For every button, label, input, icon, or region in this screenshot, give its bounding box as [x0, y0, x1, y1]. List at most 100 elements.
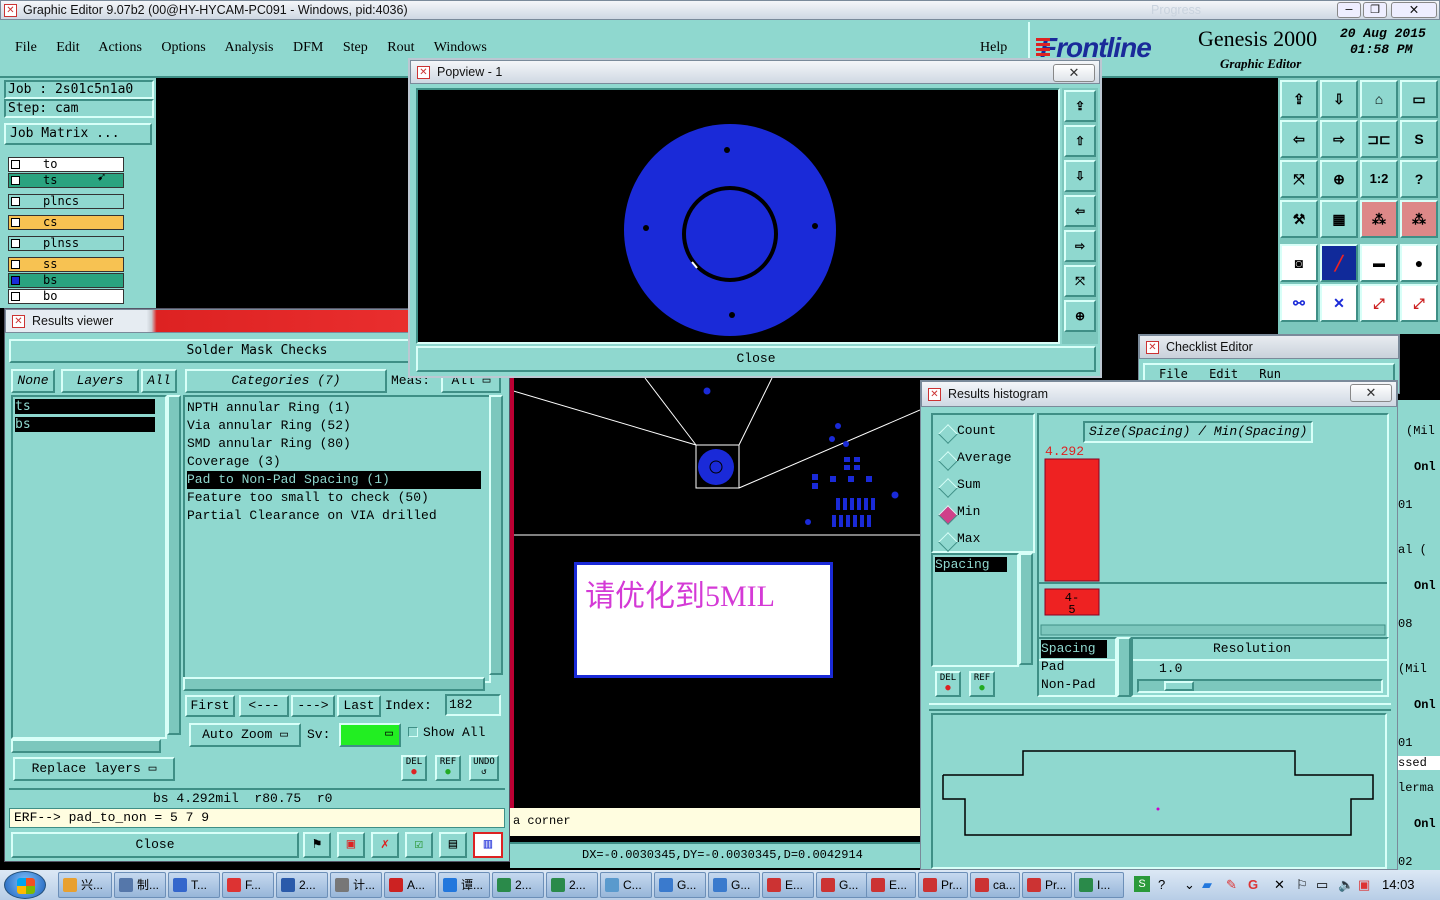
taskbar-item[interactable]: A...	[384, 872, 436, 898]
measure-icon[interactable]: ⚒	[1280, 200, 1318, 238]
taskbar-item[interactable]: G...	[708, 872, 760, 898]
checklist-menu-run[interactable]: Run	[1259, 367, 1281, 381]
menu-windows[interactable]: Windows	[434, 40, 487, 55]
category-item[interactable]: Feature too small to check (50)	[187, 489, 489, 507]
pad-icon[interactable]: ●	[1400, 244, 1438, 282]
histogram-list-scrollbar[interactable]	[1019, 553, 1033, 665]
taskbar-item[interactable]: G...	[816, 872, 868, 898]
layer-row-ss[interactable]: ss	[8, 257, 124, 272]
layer-checkbox[interactable]	[11, 218, 20, 227]
measure-line-icon[interactable]: ⤢	[1360, 284, 1398, 322]
taskbar-item[interactable]: I...	[1074, 872, 1124, 898]
taskbar-item[interactable]: 2...	[276, 872, 328, 898]
histogram-bar[interactable]	[1044, 458, 1100, 582]
undo-icon[interactable]: UNDO ↺	[469, 755, 499, 781]
mode-sum-radio[interactable]	[938, 478, 958, 498]
pan-left-icon[interactable]: ⇦	[1280, 120, 1318, 158]
taskbar-item[interactable]: Pr...	[1022, 872, 1072, 898]
category-item[interactable]: NPTH annular Ring (1)	[187, 399, 489, 417]
clock[interactable]: 14:03	[1382, 872, 1415, 898]
help-tray-icon[interactable]: ?	[1158, 872, 1165, 898]
popview-right-icon[interactable]: ⇨	[1064, 230, 1096, 262]
close-window-button[interactable]: ✕	[1391, 2, 1437, 18]
layer-row-plncs[interactable]: plncs	[8, 194, 124, 209]
taskbar-item[interactable]: C...	[600, 872, 652, 898]
report-icon[interactable]: ▤	[439, 832, 467, 858]
taskbar-item[interactable]: 计...	[330, 872, 382, 898]
tray-app-icon[interactable]: ✎	[1226, 872, 1237, 898]
menu-analysis[interactable]: Analysis	[225, 40, 274, 55]
checklist-menu-file[interactable]: File	[1159, 367, 1188, 381]
mode-min-radio[interactable]	[938, 505, 958, 525]
connect-icon[interactable]: ⚯	[1280, 284, 1318, 322]
measure-item[interactable]: Non-Pad	[1041, 676, 1115, 694]
show-all-checkbox[interactable]	[408, 727, 418, 737]
measure-list[interactable]: Spacing Pad Non-Pad	[1037, 637, 1117, 697]
popview-up-icon[interactable]: ⇧	[1064, 125, 1096, 157]
flag-red-icon[interactable]: ▣	[337, 832, 365, 858]
home-icon[interactable]: ⌂	[1360, 80, 1398, 118]
histogram-ref-icon[interactable]: REF ●	[969, 671, 995, 697]
del-icon[interactable]: DEL ●	[401, 755, 427, 781]
popview-close-button[interactable]: Close	[416, 346, 1096, 372]
taskbar-item[interactable]: T...	[168, 872, 220, 898]
taskbar-item[interactable]: 2...	[546, 872, 598, 898]
measure-line-2-icon[interactable]: ⤢	[1400, 284, 1438, 322]
snap-red-2-icon[interactable]: ⁂	[1400, 200, 1438, 238]
maximize-button[interactable]: ❐	[1363, 2, 1387, 18]
categories-header[interactable]: Categories (7)	[185, 369, 387, 393]
filter-all-button[interactable]: All	[141, 369, 177, 393]
histogram-icon[interactable]: ▥	[473, 832, 503, 858]
taskbar-item[interactable]: ca...	[970, 872, 1020, 898]
mode-average-radio[interactable]	[938, 451, 958, 471]
results-layer-item[interactable]: bs	[15, 417, 155, 432]
histogram-item[interactable]: Spacing	[935, 557, 1007, 572]
mirror-icon[interactable]: ⊐⊏	[1360, 120, 1398, 158]
popview-left-icon[interactable]: ⇦	[1064, 195, 1096, 227]
category-item[interactable]: Via annular Ring (52)	[187, 417, 489, 435]
taskbar-item[interactable]: E...	[762, 872, 814, 898]
popview-fit-icon[interactable]: ⤧	[1064, 265, 1096, 297]
tray-chevron-icon[interactable]: ⌄	[1184, 872, 1195, 898]
histogram-close-x[interactable]: ✕	[1350, 384, 1392, 402]
histogram-item-list[interactable]: Spacing	[931, 553, 1019, 667]
scale-1to2-icon[interactable]: 1:2	[1360, 160, 1398, 198]
layer-row-to[interactable]: to	[8, 157, 124, 172]
layer-checkbox[interactable]	[11, 160, 20, 169]
category-item-selected[interactable]: Pad to Non-Pad Spacing (1)	[187, 471, 481, 489]
taskbar-item[interactable]: E...	[866, 872, 916, 898]
histogram-del-icon[interactable]: DEL ●	[935, 671, 961, 697]
layer-checkbox[interactable]	[11, 276, 20, 285]
results-close-button[interactable]: Close	[11, 832, 299, 858]
ruler-icon[interactable]: ▬	[1360, 244, 1398, 282]
popview-zoom-icon[interactable]: ⇪	[1064, 90, 1096, 122]
tray-flag-icon[interactable]: ⚐	[1296, 872, 1308, 898]
measure-list-scrollbar[interactable]	[1117, 637, 1131, 697]
index-input[interactable]: 182	[445, 694, 501, 716]
sv-color-select[interactable]: ▭	[339, 723, 401, 747]
layer-checkbox[interactable]	[11, 260, 20, 269]
ref-icon[interactable]: REF ●	[435, 755, 461, 781]
categories-scrollbar[interactable]	[489, 395, 503, 675]
zoom-window-icon[interactable]: ⇪	[1280, 80, 1318, 118]
taskbar-item[interactable]: 制...	[114, 872, 166, 898]
filter-layers-button[interactable]: Layers	[61, 369, 139, 393]
category-item[interactable]: SMD annular Ring (80)	[187, 435, 489, 453]
resolution-slider-thumb[interactable]	[1164, 681, 1194, 691]
start-button[interactable]	[4, 871, 46, 899]
menu-edit[interactable]: Edit	[56, 40, 79, 55]
network-tray-icon[interactable]: ▰	[1202, 872, 1212, 898]
histogram-hscroll[interactable]	[1040, 624, 1386, 636]
popview-canvas[interactable]	[416, 88, 1060, 344]
tray-shield-icon[interactable]: ▣	[1358, 872, 1370, 898]
menu-file[interactable]: File	[15, 40, 37, 55]
layer-checkbox[interactable]	[11, 176, 20, 185]
volume-icon[interactable]: 🔈	[1338, 872, 1354, 898]
minimize-button[interactable]: –	[1337, 2, 1361, 18]
tray-x-icon[interactable]: ✕	[1274, 872, 1285, 898]
pan-right-icon[interactable]: ⇨	[1320, 120, 1358, 158]
layer-checkbox[interactable]	[11, 197, 20, 206]
menu-help[interactable]: Help	[980, 40, 1007, 56]
menu-rout[interactable]: Rout	[387, 40, 414, 55]
fit-all-icon[interactable]: ⤧	[1280, 160, 1318, 198]
